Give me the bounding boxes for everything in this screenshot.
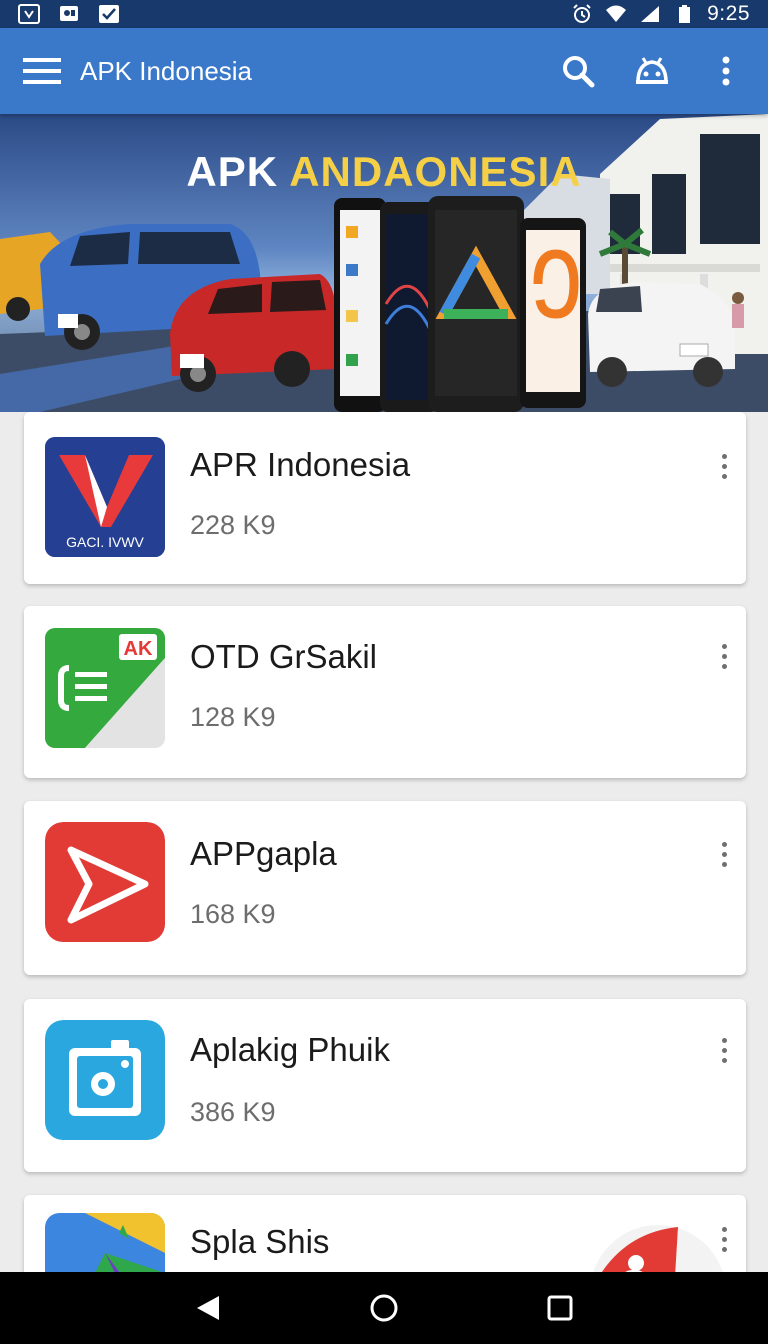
app-name: Aplakig Phuik: [190, 1031, 390, 1068]
list-item[interactable]: Spla Shis: [24, 1195, 746, 1272]
list-item[interactable]: Aplakig Phuik 386 K9: [24, 999, 746, 1172]
list-item[interactable]: APPgapla 168 K9: [24, 801, 746, 975]
icon-label: AK: [124, 638, 153, 660]
app-bar: APK Indonesia: [0, 28, 768, 114]
app-size: 168 K9: [190, 899, 276, 929]
back-icon[interactable]: [178, 1278, 238, 1338]
more-options-icon[interactable]: [712, 1219, 736, 1259]
battery-icon: [679, 5, 691, 23]
app-name: APR Indonesia: [190, 446, 411, 483]
menu-icon[interactable]: [22, 51, 62, 91]
home-icon[interactable]: [354, 1278, 414, 1338]
banner-title-part1: APK: [186, 148, 290, 195]
search-icon[interactable]: [558, 51, 598, 91]
v-logo-icon: GACI. IVWV: [45, 437, 165, 557]
green-doc-icon: AK: [45, 628, 165, 748]
status-bar: 9:25: [0, 0, 768, 28]
download-icon: [18, 4, 40, 24]
app-size: 386 K9: [190, 1097, 276, 1127]
more-options-icon[interactable]: [712, 446, 736, 486]
app-title: APK Indonesia: [80, 55, 253, 86]
app-name: APPgapla: [190, 835, 337, 872]
navigation-bar: [0, 1272, 768, 1344]
banner-title-part2: ANDAONESIA: [289, 148, 582, 195]
promo-icon: [578, 1213, 728, 1272]
recents-icon[interactable]: [530, 1278, 590, 1338]
list-item[interactable]: GACI. IVWV APR Indonesia 228 K9: [24, 412, 746, 584]
check-icon: [99, 5, 119, 23]
icon-label: GACI. IVWV: [66, 534, 144, 550]
list-item[interactable]: AK OTD GrSakil 128 K9: [24, 606, 746, 778]
promo-banner[interactable]: APK ANDAONESIA: [0, 114, 768, 412]
signal-icon: [641, 6, 660, 22]
play-arrow-icon: [45, 822, 165, 942]
banner-title: APK ANDAONESIA: [0, 148, 768, 196]
app-size: 128 K9: [190, 702, 276, 732]
android-icon[interactable]: [632, 51, 672, 91]
more-options-icon[interactable]: [712, 1030, 736, 1070]
more-options-icon[interactable]: [712, 636, 736, 676]
map-icon: [45, 1213, 165, 1272]
app-size: 228 K9: [190, 510, 276, 540]
more-vert-icon[interactable]: [706, 51, 746, 91]
gallery-icon: [60, 6, 78, 21]
more-options-icon[interactable]: [712, 834, 736, 874]
app-name: Spla Shis: [190, 1223, 330, 1260]
alarm-icon: [573, 4, 591, 23]
wifi-icon: [606, 5, 627, 22]
status-time: 9:25: [707, 2, 750, 25]
app-list: GACI. IVWV APR Indonesia 228 K9 AK OTD G…: [0, 412, 768, 1272]
app-name: OTD GrSakil: [190, 638, 378, 675]
camera-icon: [45, 1020, 165, 1140]
screen: 9:25 APK Indonesia APK ANDAONESIA GACI. …: [0, 0, 768, 1344]
